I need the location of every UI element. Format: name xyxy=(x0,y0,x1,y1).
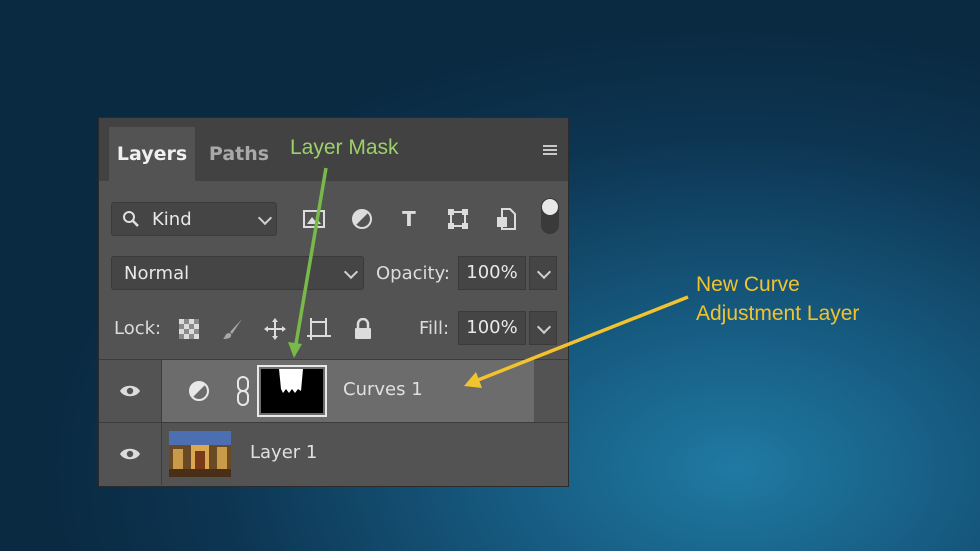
layers-panel: Layers Paths Kind T Normal Opacity: 100% xyxy=(98,117,569,487)
layer-thumbnail[interactable] xyxy=(169,431,231,477)
mask-image-icon xyxy=(261,369,323,413)
visibility-cell[interactable] xyxy=(99,360,162,422)
adjustment-filter-icon[interactable] xyxy=(347,202,377,236)
lock-image-icon[interactable] xyxy=(219,314,247,344)
layer-content[interactable]: Curves 1 xyxy=(162,360,534,422)
fill-field[interactable]: 100% xyxy=(458,311,526,345)
visibility-cell[interactable] xyxy=(99,423,162,485)
opacity-field[interactable]: 100% xyxy=(458,256,526,290)
filter-kind-select[interactable]: Kind xyxy=(111,202,277,236)
lock-label: Lock: xyxy=(114,318,162,339)
eye-icon[interactable] xyxy=(119,384,141,398)
tab-layers[interactable]: Layers xyxy=(109,127,195,181)
opacity-dropdown[interactable] xyxy=(529,256,557,290)
chevron-down-icon xyxy=(343,264,359,280)
lock-artboard-icon[interactable] xyxy=(305,314,333,344)
fill-dropdown[interactable] xyxy=(529,311,557,345)
chevron-down-icon xyxy=(536,319,552,335)
search-icon xyxy=(123,211,139,227)
blend-mode-value: Normal xyxy=(124,263,190,284)
layer-row-layer1[interactable]: Layer 1 xyxy=(99,422,568,485)
link-icon[interactable] xyxy=(235,376,251,406)
eye-icon[interactable] xyxy=(119,447,141,461)
new-curve-line1: New Curve xyxy=(696,273,800,296)
lock-all-icon[interactable] xyxy=(349,314,377,344)
fill-label: Fill: xyxy=(419,318,450,339)
layer-mask-annotation: Layer Mask xyxy=(290,136,399,159)
chevron-down-icon xyxy=(257,210,273,226)
opacity-label: Opacity: xyxy=(376,263,450,284)
adjustment-layer-icon xyxy=(189,381,209,401)
filter-kind-label: Kind xyxy=(152,209,192,230)
type-filter-icon[interactable]: T xyxy=(394,202,424,236)
new-curve-line2: Adjustment Layer xyxy=(696,302,860,325)
new-curve-annotation: New Curve Adjustment Layer xyxy=(696,270,859,328)
smart-object-filter-icon[interactable] xyxy=(491,202,521,236)
layer-mask-thumbnail[interactable] xyxy=(257,365,327,417)
lock-position-icon[interactable] xyxy=(261,314,289,344)
tab-paths[interactable]: Paths xyxy=(199,127,279,181)
lock-transparent-icon[interactable] xyxy=(175,314,203,344)
layer-name[interactable]: Curves 1 xyxy=(343,379,423,400)
shape-filter-icon[interactable] xyxy=(443,202,473,236)
image-filter-icon[interactable] xyxy=(299,202,329,236)
layer-row-curves[interactable]: Curves 1 xyxy=(99,359,568,422)
blend-mode-select[interactable]: Normal xyxy=(111,256,364,290)
panel-menu-icon[interactable] xyxy=(543,145,557,157)
filter-toggle[interactable] xyxy=(541,198,559,234)
chevron-down-icon xyxy=(536,264,552,280)
layer-content[interactable]: Layer 1 xyxy=(162,423,534,485)
layer-name[interactable]: Layer 1 xyxy=(250,442,317,463)
